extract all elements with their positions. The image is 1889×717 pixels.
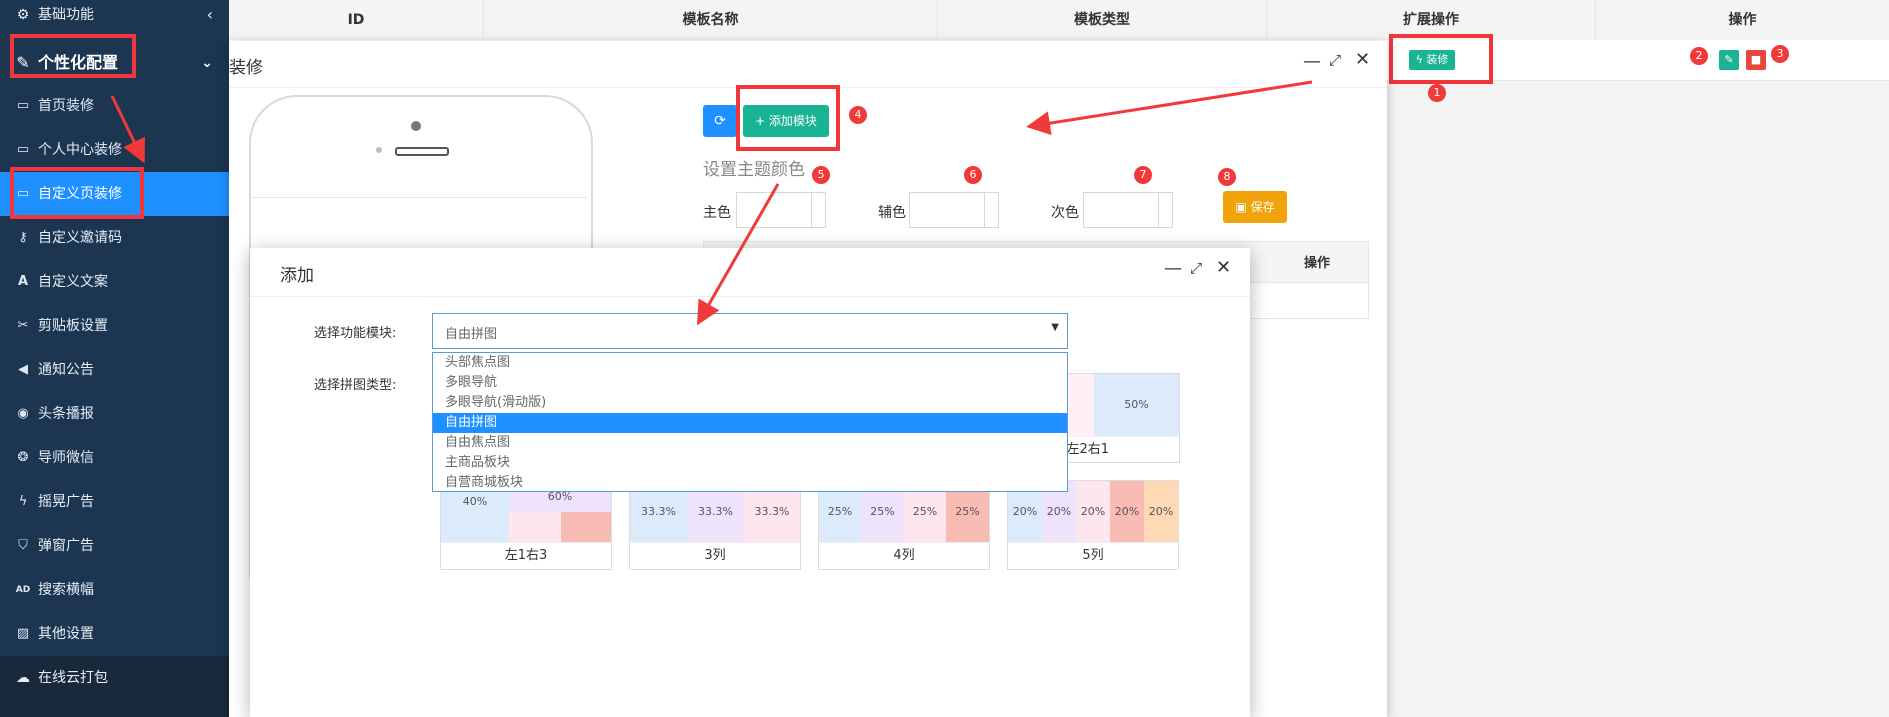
arrow-to-custom-page bbox=[110, 95, 145, 164]
annotation-arrows bbox=[110, 80, 1313, 326]
arrow-to-select bbox=[697, 183, 780, 326]
arrow-to-add-module bbox=[1026, 80, 1313, 136]
